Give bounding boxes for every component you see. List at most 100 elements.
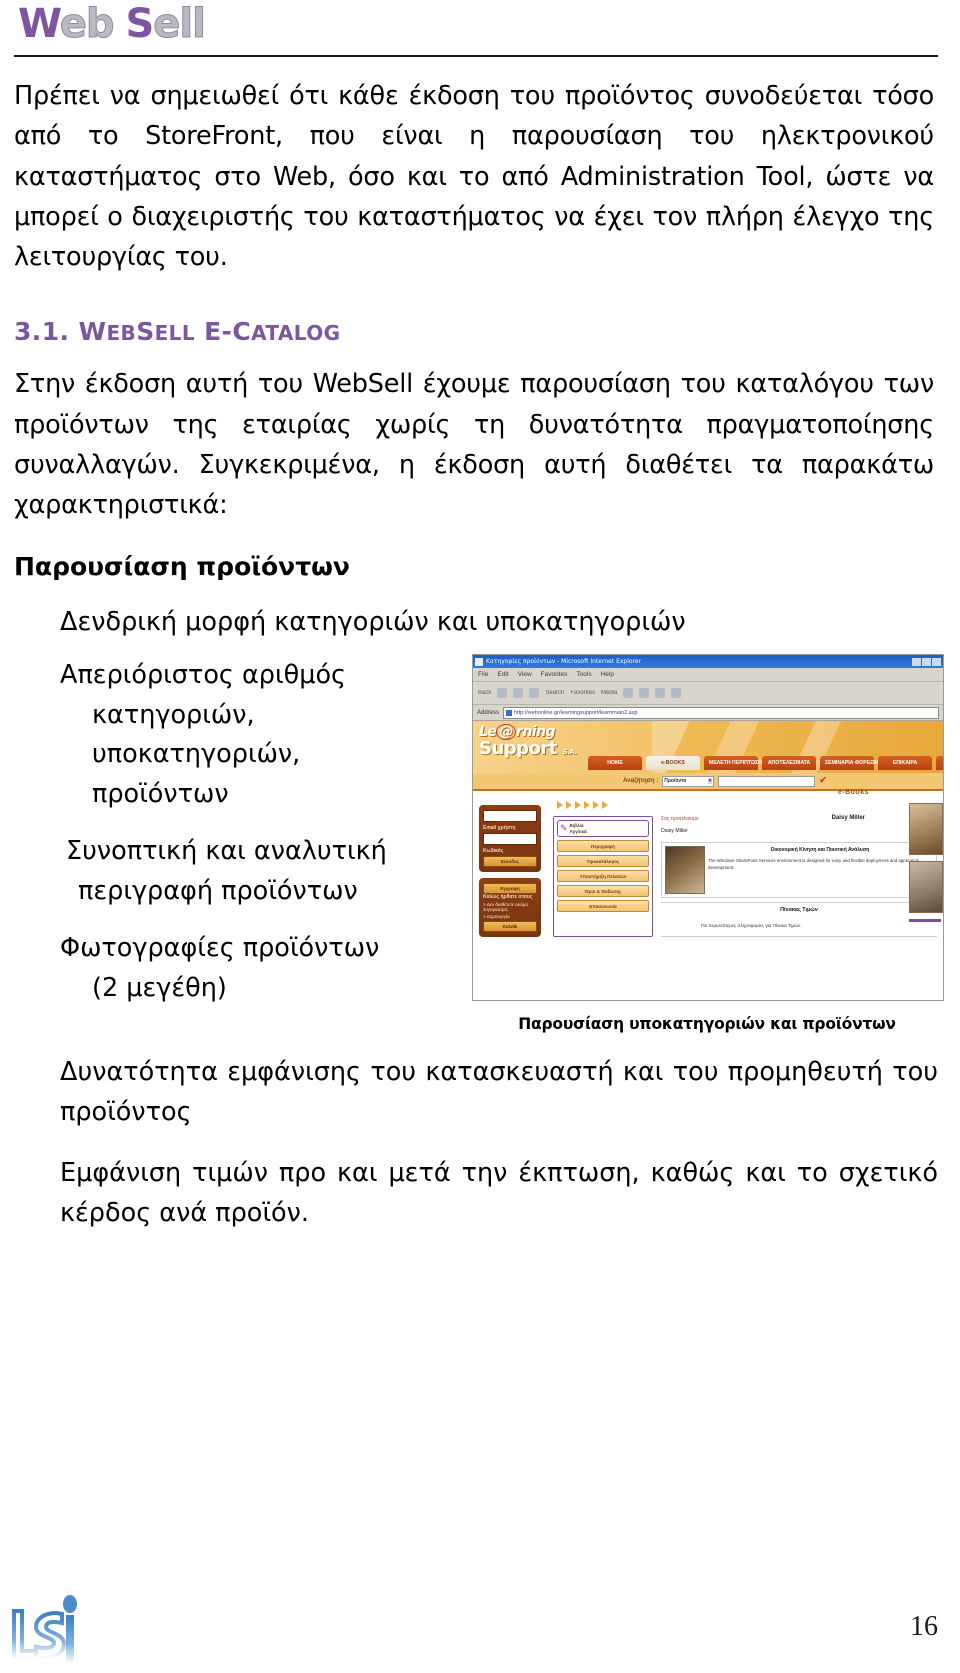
bullet-3-line-1: Συνοπτική και αναλυτική [66,836,387,867]
lsi-logo [12,1595,77,1663]
bullet-6-text: Εμφάνιση τιμών προ και μετά την έκπτωση,… [60,1158,938,1228]
bullet-4-line-2: (2 μεγέθη) [92,972,227,1003]
related-book-2[interactable] [909,861,943,914]
password-field[interactable] [483,833,537,846]
pencil-icon: ✎ [560,823,568,834]
menu-item-terms[interactable]: Όροι & Έκδοσης [557,885,649,898]
section-number: 3.1. [14,317,70,347]
info-line-2[interactable]: > Δημιουργία [483,914,537,919]
section-title-atalog: ATALOG [251,321,341,346]
bullet-item-3: Συνοπτική και αναλυτική περιγραφή προϊόν… [0,814,410,911]
browser-screenshot: Κατηγορίες προϊόντων - Microsoft Interne… [472,654,944,1002]
search-go-icon[interactable]: ✔ [819,776,829,786]
refresh-icon[interactable] [529,688,540,699]
section-title-s: S [136,317,155,347]
bullet-5-text: Δυνατότητα εμφάνισης του κατασκευαστή κα… [60,1057,938,1127]
bullet-2-line-4: προϊόντων [92,778,229,809]
site-brand[interactable]: Le @ rning Support S.A. [479,724,577,758]
print-icon[interactable] [655,688,666,699]
bullet-item-1: Δενδρική μορφή κατηγοριών και υποκατηγορ… [0,581,960,643]
logo-body-ell: ell [153,1,207,47]
document-content: Πρέπει να σημειωθεί ότι κάθε έκδοση του … [0,62,960,1233]
section-title-ec: E-C [204,317,252,347]
favorites-button[interactable]: Favorites [570,690,595,696]
bullet-2-line-3: υποκατηγοριών, [92,739,301,770]
email-field[interactable] [483,810,537,823]
mail-icon[interactable] [639,688,650,699]
nav-results[interactable]: ΑΠΟΤΕΛΕΣΜΑΤΑ [762,755,816,771]
menu-item-support[interactable]: Υποστήριξη Πελατών [557,870,649,883]
browser-toolbar[interactable]: Back Search Favorites Media [473,682,943,706]
bullet-item-5: Δυνατότητα εμφάνισης του κατασκευαστή κα… [0,1037,960,1132]
menu-item-contact[interactable]: Επικοινωνία [557,900,649,913]
product-box-description: The Windows SharePoint Services environm… [708,858,920,870]
ebooks-heading: e-Books [837,789,869,797]
register-button[interactable]: Εγγραφή [483,883,537,895]
browser-menubar[interactable]: File Edit View Favorites Tools Help [473,668,943,683]
site-banner: Le @ rning Support S.A. HOME e-BOOKS ΜΕΛΕΤ… [473,721,943,774]
stop-icon[interactable] [513,688,524,699]
nav-contact[interactable]: ΕΠΙΚΟΙΝΩΝΙΑ [936,755,943,771]
product-box-title: Οικονομική Κίνηση και Ποιοτική Ανάλυση [770,847,870,854]
category-selected-label: Βιβλία Αγγλικά [569,823,587,834]
section-paragraph: Στην έκδοση αυτή του WebSell έχουμε παρο… [14,369,934,521]
bullet-2-line-2: κατηγοριών, [92,699,255,730]
related-books-rail [909,803,943,923]
product-text: Οικονομική Κίνηση και Ποιοτική Ανάλυση T… [708,843,936,897]
nav-seminars[interactable]: ΣΕΜΙΝΑΡΙΑ ΦΟΡΕΩΝ [820,755,878,771]
page-number: 16 [910,1611,938,1642]
address-input[interactable]: http://webonline.gr/learningsupport/lear… [503,706,939,719]
nav-case-study[interactable]: ΜΕΛΕΤΗ ΠΕΡΙΠΤΩΣΗΣ [704,755,765,771]
media-button[interactable]: Media [601,690,617,696]
info-title: Καλώς ήρθατε στους [483,894,533,901]
ie-icon [475,657,483,666]
nav-ebooks[interactable]: e-BOOKS [646,755,700,771]
edit-icon[interactable] [671,688,682,699]
site-nav[interactable]: HOME e-BOOKS ΜΕΛΕΤΗ ΠΕΡΙΠΤΩΣΗΣ ΑΠΟΤΕΛΕΣΜ… [588,755,943,771]
browser-addressbar[interactable]: Address http://webonline.gr/learningsupp… [473,705,943,722]
login-button[interactable]: Είσοδος [483,856,537,868]
bullet-2-line-1: Απεριόριστος αριθμός [60,660,347,691]
history-icon[interactable] [623,688,634,699]
breadcrumb-chevrons [553,801,937,810]
brand-line-2: Support S.A. [479,738,577,760]
site-searchbar[interactable]: Αναζήτηση : Προϊόντα ▾ ✔ [473,773,943,792]
menu-help[interactable]: Help [601,671,614,678]
nav-home[interactable]: HOME [588,755,642,771]
brand-suffix: S.A. [562,748,577,757]
menu-tools[interactable]: Tools [576,671,591,678]
search-category-select[interactable]: Προϊόντα ▾ [662,775,715,787]
forward-icon[interactable] [497,688,508,699]
menu-favorites[interactable]: Favorites [541,671,568,678]
email-label: Email χρήστη [483,825,516,832]
nav-news[interactable]: ΕΠΙΚΑΙΡΑ [878,755,932,771]
product-thumbnail[interactable] [665,846,705,895]
product-box: Οικονομική Κίνηση και Ποιοτική Ανάλυση T… [661,842,937,899]
websell-logo: Web Sell [18,1,207,47]
price-table-note: Για περισσότερες πληροφορίες για Πίνακα … [701,923,802,929]
info-line-1: > Δεν διαθέτετε ακόμα λογαριασμό; [483,902,528,913]
figure-screenshot: Κατηγορίες προϊόντων - Microsoft Interne… [472,654,944,1033]
cart-button[interactable]: Καλάθι [483,921,537,933]
window-controls[interactable] [912,657,941,666]
menu-item-description[interactable]: Περιγραφή [557,840,649,853]
search-input[interactable] [718,775,816,787]
info-panel: Εγγραφή Καλώς ήρθατε στους > Δεν διαθέτε… [479,878,541,938]
menu-item-pricelist[interactable]: Τιμοκατάλογος [557,855,649,868]
logo-cap-s: S [125,1,154,47]
page-header: Web Sell [0,0,960,62]
bullet-3-line-2: περιγραφή προϊόντων [78,875,358,906]
browser-title: Κατηγορίες προϊόντων - Microsoft Interne… [486,658,642,666]
search-button[interactable]: Search [545,690,564,696]
header-divider [14,55,938,57]
menu-edit[interactable]: Edit [497,671,508,678]
websell-logo-text: Web Sell [18,1,207,47]
section-title-eb: EB [106,321,137,346]
related-book-1[interactable] [909,803,943,856]
browser-titlebar: Κατηγορίες προϊόντων - Microsoft Interne… [473,655,943,669]
menu-file[interactable]: File [478,671,488,678]
back-button[interactable]: Back [478,690,491,696]
category-selected-item[interactable]: ✎ Βιβλία Αγγλικά [557,820,649,838]
suggestion-label: Σας προτείνουμε: [661,816,700,823]
menu-view[interactable]: View [518,671,532,678]
